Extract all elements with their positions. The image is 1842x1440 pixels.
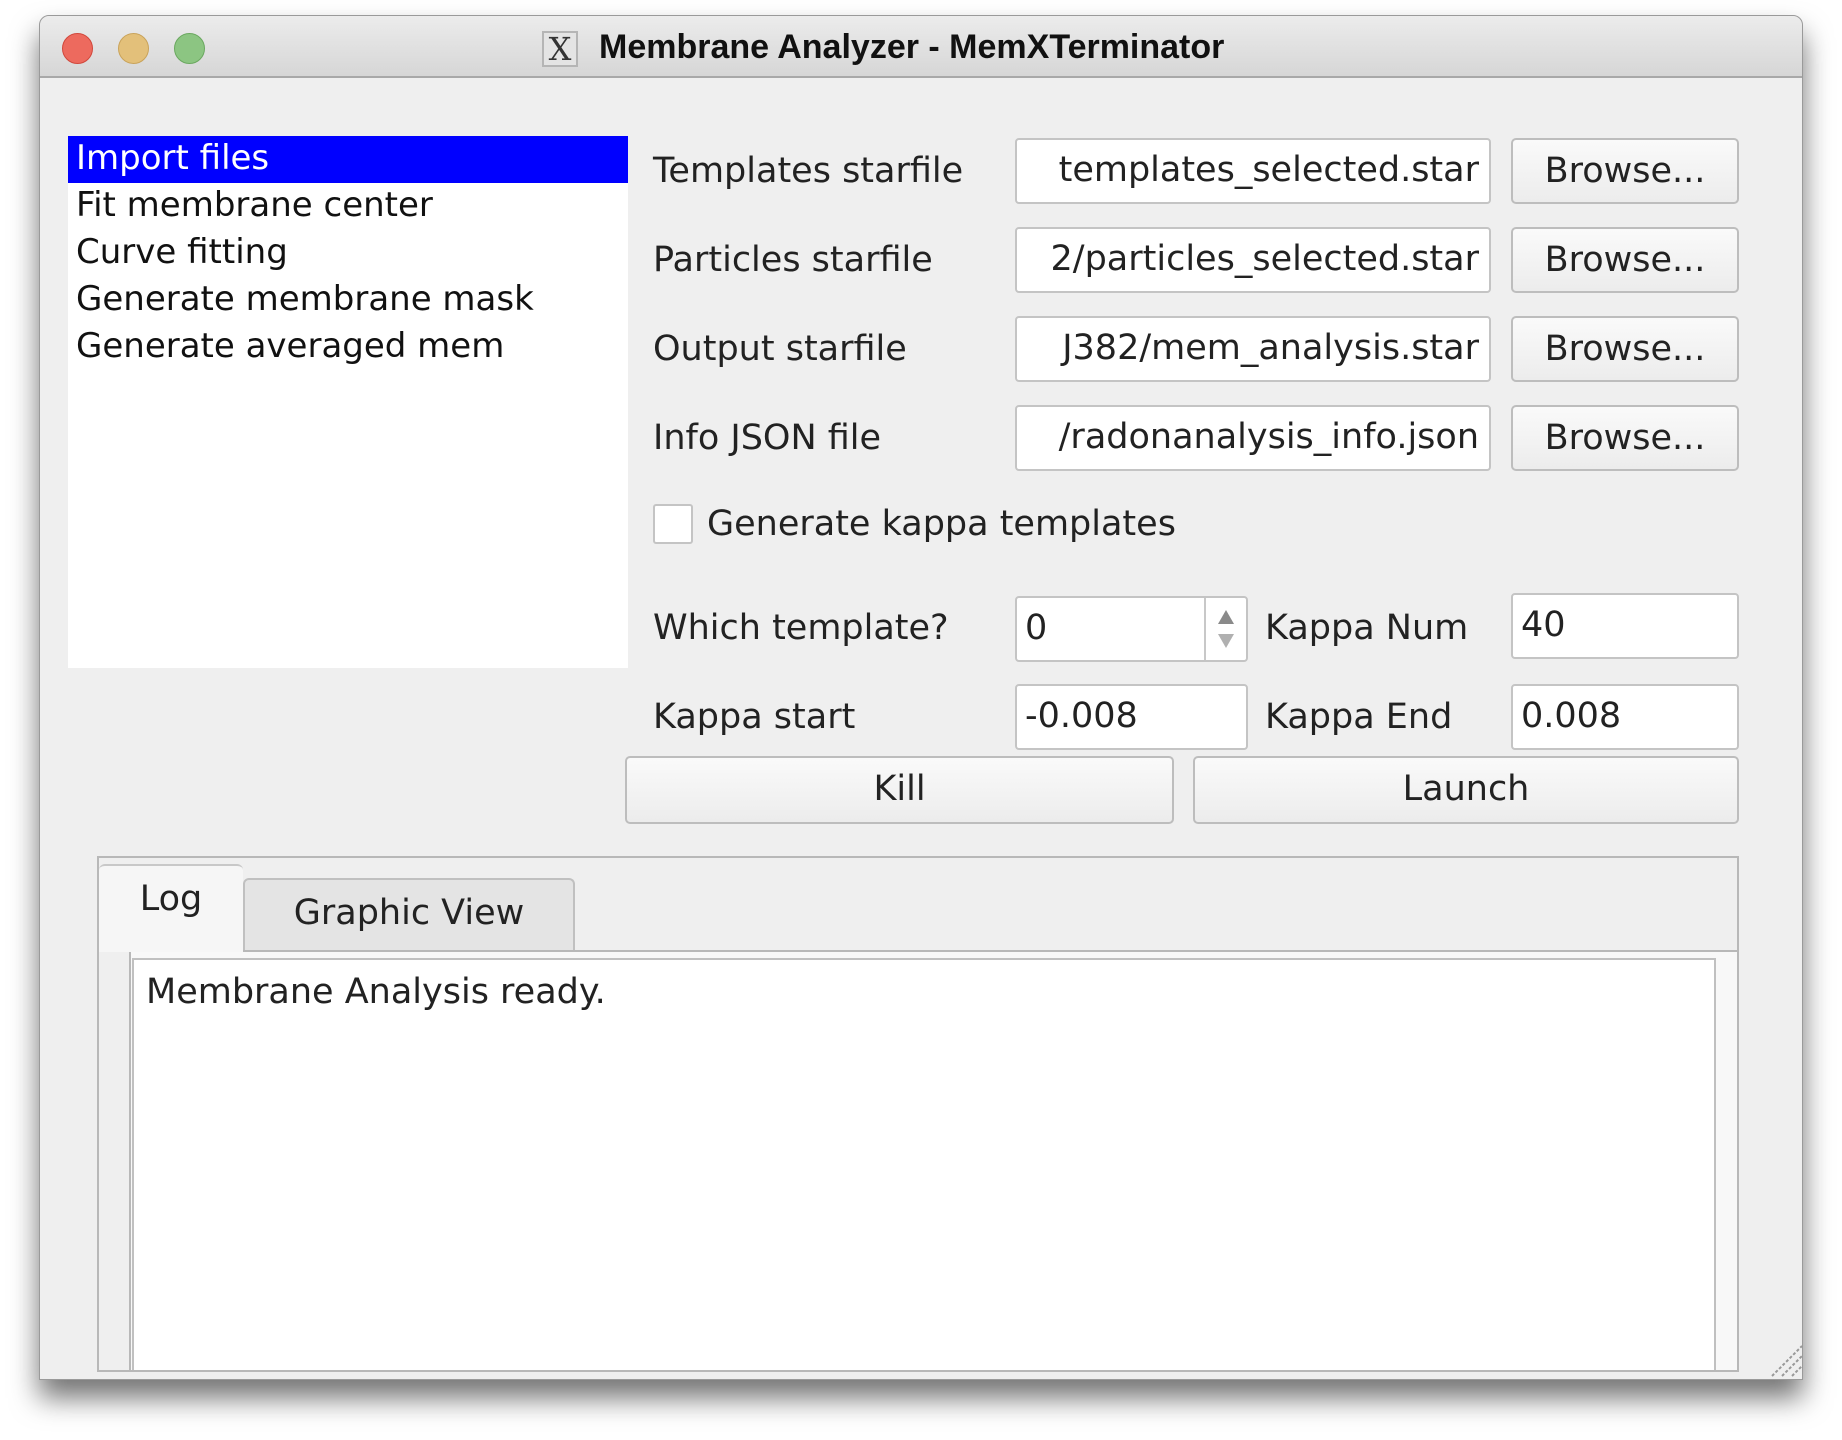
title-bar[interactable]: X Membrane Analyzer - MemXTerminator xyxy=(40,16,1802,78)
maximize-window-icon[interactable] xyxy=(174,33,205,64)
launch-button[interactable]: Launch xyxy=(1193,756,1739,824)
step-list[interactable]: Import files Fit membrane center Curve f… xyxy=(68,136,628,668)
kappa-start-input[interactable]: -0.008 xyxy=(1015,684,1248,750)
output-starfile-input[interactable]: J382/mem_analysis.star xyxy=(1015,316,1491,382)
particles-starfile-input[interactable]: 2/particles_selected.star xyxy=(1015,227,1491,293)
tab-graphic-view[interactable]: Graphic View xyxy=(243,878,575,951)
tab-log[interactable]: Log xyxy=(99,864,243,952)
step-item-import-files[interactable]: Import files xyxy=(68,136,628,183)
kappa-num-label: Kappa Num xyxy=(1265,608,1469,648)
minimize-window-icon[interactable] xyxy=(118,33,149,64)
generate-kappa-checkbox[interactable] xyxy=(653,504,693,544)
kappa-start-label: Kappa start xyxy=(653,697,856,737)
particles-starfile-label: Particles starfile xyxy=(653,240,933,280)
templates-starfile-input[interactable]: templates_selected.star xyxy=(1015,138,1491,204)
generate-kappa-label: Generate kappa templates xyxy=(707,504,1176,544)
spin-buttons[interactable] xyxy=(1204,598,1246,660)
particles-browse-button[interactable]: Browse... xyxy=(1511,227,1739,293)
which-template-spinbox[interactable]: 0 xyxy=(1015,596,1248,662)
window-title: Membrane Analyzer - MemXTerminator xyxy=(599,28,1225,66)
step-item-generate-membrane-mask[interactable]: Generate membrane mask xyxy=(68,277,628,324)
info-json-browse-button[interactable]: Browse... xyxy=(1511,405,1739,471)
step-item-curve-fitting[interactable]: Curve fitting xyxy=(68,230,628,277)
kappa-end-input[interactable]: 0.008 xyxy=(1511,684,1739,750)
step-item-fit-membrane-center[interactable]: Fit membrane center xyxy=(68,183,628,230)
which-template-label: Which template? xyxy=(653,608,949,648)
kappa-end-label: Kappa End xyxy=(1265,697,1453,737)
kill-button[interactable]: Kill xyxy=(625,756,1174,824)
info-json-input[interactable]: /radonanalysis_info.json xyxy=(1015,405,1491,471)
templates-browse-button[interactable]: Browse... xyxy=(1511,138,1739,204)
which-template-value: 0 xyxy=(1025,608,1048,648)
log-text-area[interactable]: Membrane Analysis ready. xyxy=(132,958,1716,1370)
output-browse-button[interactable]: Browse... xyxy=(1511,316,1739,382)
step-item-generate-averaged-mem[interactable]: Generate averaged mem xyxy=(68,324,628,371)
info-json-label: Info JSON file xyxy=(653,418,882,458)
log-message: Membrane Analysis ready. xyxy=(146,972,606,1012)
spin-arrows-icon[interactable] xyxy=(1206,598,1246,660)
output-starfile-label: Output starfile xyxy=(653,329,907,369)
main-window: X Membrane Analyzer - MemXTerminator Imp… xyxy=(39,15,1803,1380)
templates-starfile-label: Templates starfile xyxy=(653,151,964,191)
resize-grip-icon[interactable] xyxy=(1764,1338,1804,1378)
close-window-icon[interactable] xyxy=(62,33,93,64)
kappa-num-input[interactable]: 40 xyxy=(1511,593,1739,659)
x11-app-icon: X xyxy=(542,31,578,67)
